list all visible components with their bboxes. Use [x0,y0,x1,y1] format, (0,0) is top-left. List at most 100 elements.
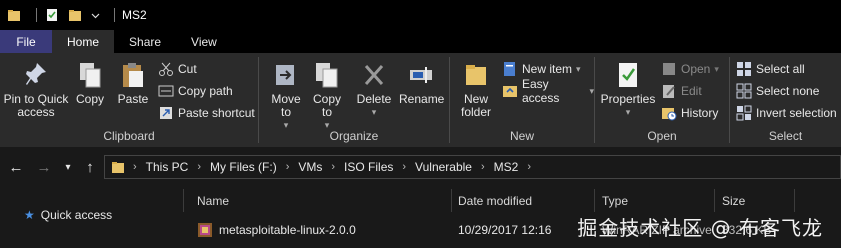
invert-selection-icon [736,105,752,121]
column-resize-handle[interactable] [451,189,452,212]
file-name-cell: metasploitable-linux-2.0.0 [197,219,356,241]
column-resize-handle[interactable] [594,189,595,212]
tab-file[interactable]: File [0,30,52,53]
breadcrumb-chevron-icon[interactable]: › [527,161,531,173]
invert-selection-label: Invert selection [756,106,837,120]
breadcrumb-iso-files[interactable]: ISO Files [344,160,393,174]
properties-label: Properties [600,92,656,106]
easy-access-label: Easy access [522,77,560,105]
navigation-pane: ★ Quick access [0,189,183,248]
rename-button[interactable]: Rename [399,61,445,106]
cut-button[interactable]: Cut [158,59,197,79]
file-date-modified: 10/29/2017 12:16 [458,223,552,237]
navigation-bar: ← → ▾ ↑ › This PC › My Files (F:) › VMs … [0,147,841,187]
tab-view[interactable]: View [176,30,232,53]
pin-icon [23,61,49,89]
cut-label: Cut [178,62,197,76]
copy-button[interactable]: Copy [72,61,108,106]
new-group-label: New [509,129,534,143]
copy-to-button[interactable]: Copy to ▾ [309,61,345,132]
breadcrumb-chevron-icon[interactable]: › [331,161,335,173]
breadcrumb-my-files[interactable]: My Files (F:) [210,160,277,174]
breadcrumb-vms[interactable]: VMs [298,160,322,174]
ribbon-tabs: File Home Share View [0,30,841,53]
copy-path-icon [158,83,174,99]
breadcrumb-chevron-icon[interactable]: › [197,161,201,173]
open-group-label: Open [647,129,677,143]
properties-button[interactable]: Properties ▾ [599,61,657,119]
paste-shortcut-label: Paste shortcut [178,106,255,120]
breadcrumb-chevron-icon[interactable]: › [133,161,137,173]
select-group-label: Select [768,129,803,143]
organize-group-label: Organize [329,129,379,143]
paste-shortcut-button[interactable]: Paste shortcut [158,103,255,123]
chevron-down-icon: ▾ [714,63,719,74]
open-button[interactable]: Open ▾ [661,59,719,79]
open-group: Properties ▾ Open ▾ Edit History Open [595,53,729,147]
nav-item-quick-access[interactable]: ★ Quick access [24,208,112,222]
history-label: History [681,106,719,120]
clipboard-group-label: Clipboard [103,129,155,143]
select-all-button[interactable]: Select all [736,59,805,79]
column-header-date-modified[interactable]: Date modified [458,189,532,212]
breadcrumb-ms2[interactable]: MS2 [494,160,519,174]
select-none-button[interactable]: Select none [736,81,819,101]
copy-label: Copy [75,92,104,106]
file-list-header: Name Date modified Type Size [183,189,841,212]
forward-arrow-icon[interactable]: → [34,157,54,177]
tab-home[interactable]: Home [52,30,115,53]
scissors-icon [158,61,174,77]
paste-button[interactable]: Paste [114,61,152,106]
move-to-label: Move to [271,92,301,119]
invert-selection-button[interactable]: Invert selection [736,103,837,123]
new-item-button[interactable]: New item ▾ [502,59,581,79]
column-header-name[interactable]: Name [197,189,229,212]
delete-icon [361,61,387,89]
edit-label: Edit [681,84,702,98]
customize-toolbar-dropdown-icon[interactable] [90,7,100,23]
breadcrumb-vulnerable[interactable]: Vulnerable [415,160,472,174]
pin-to-quick-access-button[interactable]: Pin to Quick access [2,61,70,119]
recent-locations-chevron-icon[interactable]: ▾ [58,157,78,177]
ribbon: Pin to Quick access Copy Paste Cut Copy … [0,53,841,147]
folder-icon [6,7,22,23]
move-to-icon [273,61,299,89]
column-resize-handle[interactable] [714,189,715,212]
paste-icon [120,61,146,89]
column-resize-handle[interactable] [794,189,795,212]
up-arrow-icon[interactable]: ↑ [80,157,100,177]
address-bar[interactable]: › This PC › My Files (F:) › VMs › ISO Fi… [104,155,841,179]
edit-button[interactable]: Edit [661,81,702,101]
breadcrumb-chevron-icon[interactable]: › [481,161,485,173]
new-folder-icon[interactable] [67,7,83,23]
back-arrow-icon[interactable]: ← [6,157,26,177]
rename-label: Rename [399,92,445,106]
new-folder-label: New folder [460,92,492,119]
zip-archive-icon [197,222,213,238]
window-title: MS2 [122,8,147,22]
breadcrumb-chevron-icon[interactable]: › [402,161,406,173]
select-none-label: Select none [756,84,820,98]
history-button[interactable]: History [661,103,718,123]
easy-access-button[interactable]: Easy access ▾ [502,77,594,105]
properties-icon [615,61,641,89]
select-group: Select all Select none Invert selection … [730,53,841,147]
new-folder-icon [463,61,489,89]
organize-group: Move to ▾ Copy to ▾ Delete ▾ Rename Orga… [259,53,449,147]
copy-path-button[interactable]: Copy path [158,81,233,101]
column-header-type[interactable]: Type [602,189,628,212]
new-folder-button[interactable]: New folder [456,61,496,119]
move-to-button[interactable]: Move to ▾ [267,61,305,132]
properties-icon[interactable] [44,7,60,23]
divider [183,189,184,212]
column-header-size[interactable]: Size [722,189,745,212]
chevron-down-icon: ▾ [576,63,581,74]
select-all-label: Select all [756,62,805,76]
breadcrumb-chevron-icon[interactable]: › [286,161,290,173]
tab-share[interactable]: Share [114,30,176,53]
watermark-text: 掘金技术社区 @ 布客飞龙 [577,216,823,240]
delete-button[interactable]: Delete ▾ [355,61,393,119]
nav-item-label: Quick access [40,208,113,222]
file-name: metasploitable-linux-2.0.0 [219,223,356,237]
breadcrumb-this-pc[interactable]: This PC [146,160,189,174]
